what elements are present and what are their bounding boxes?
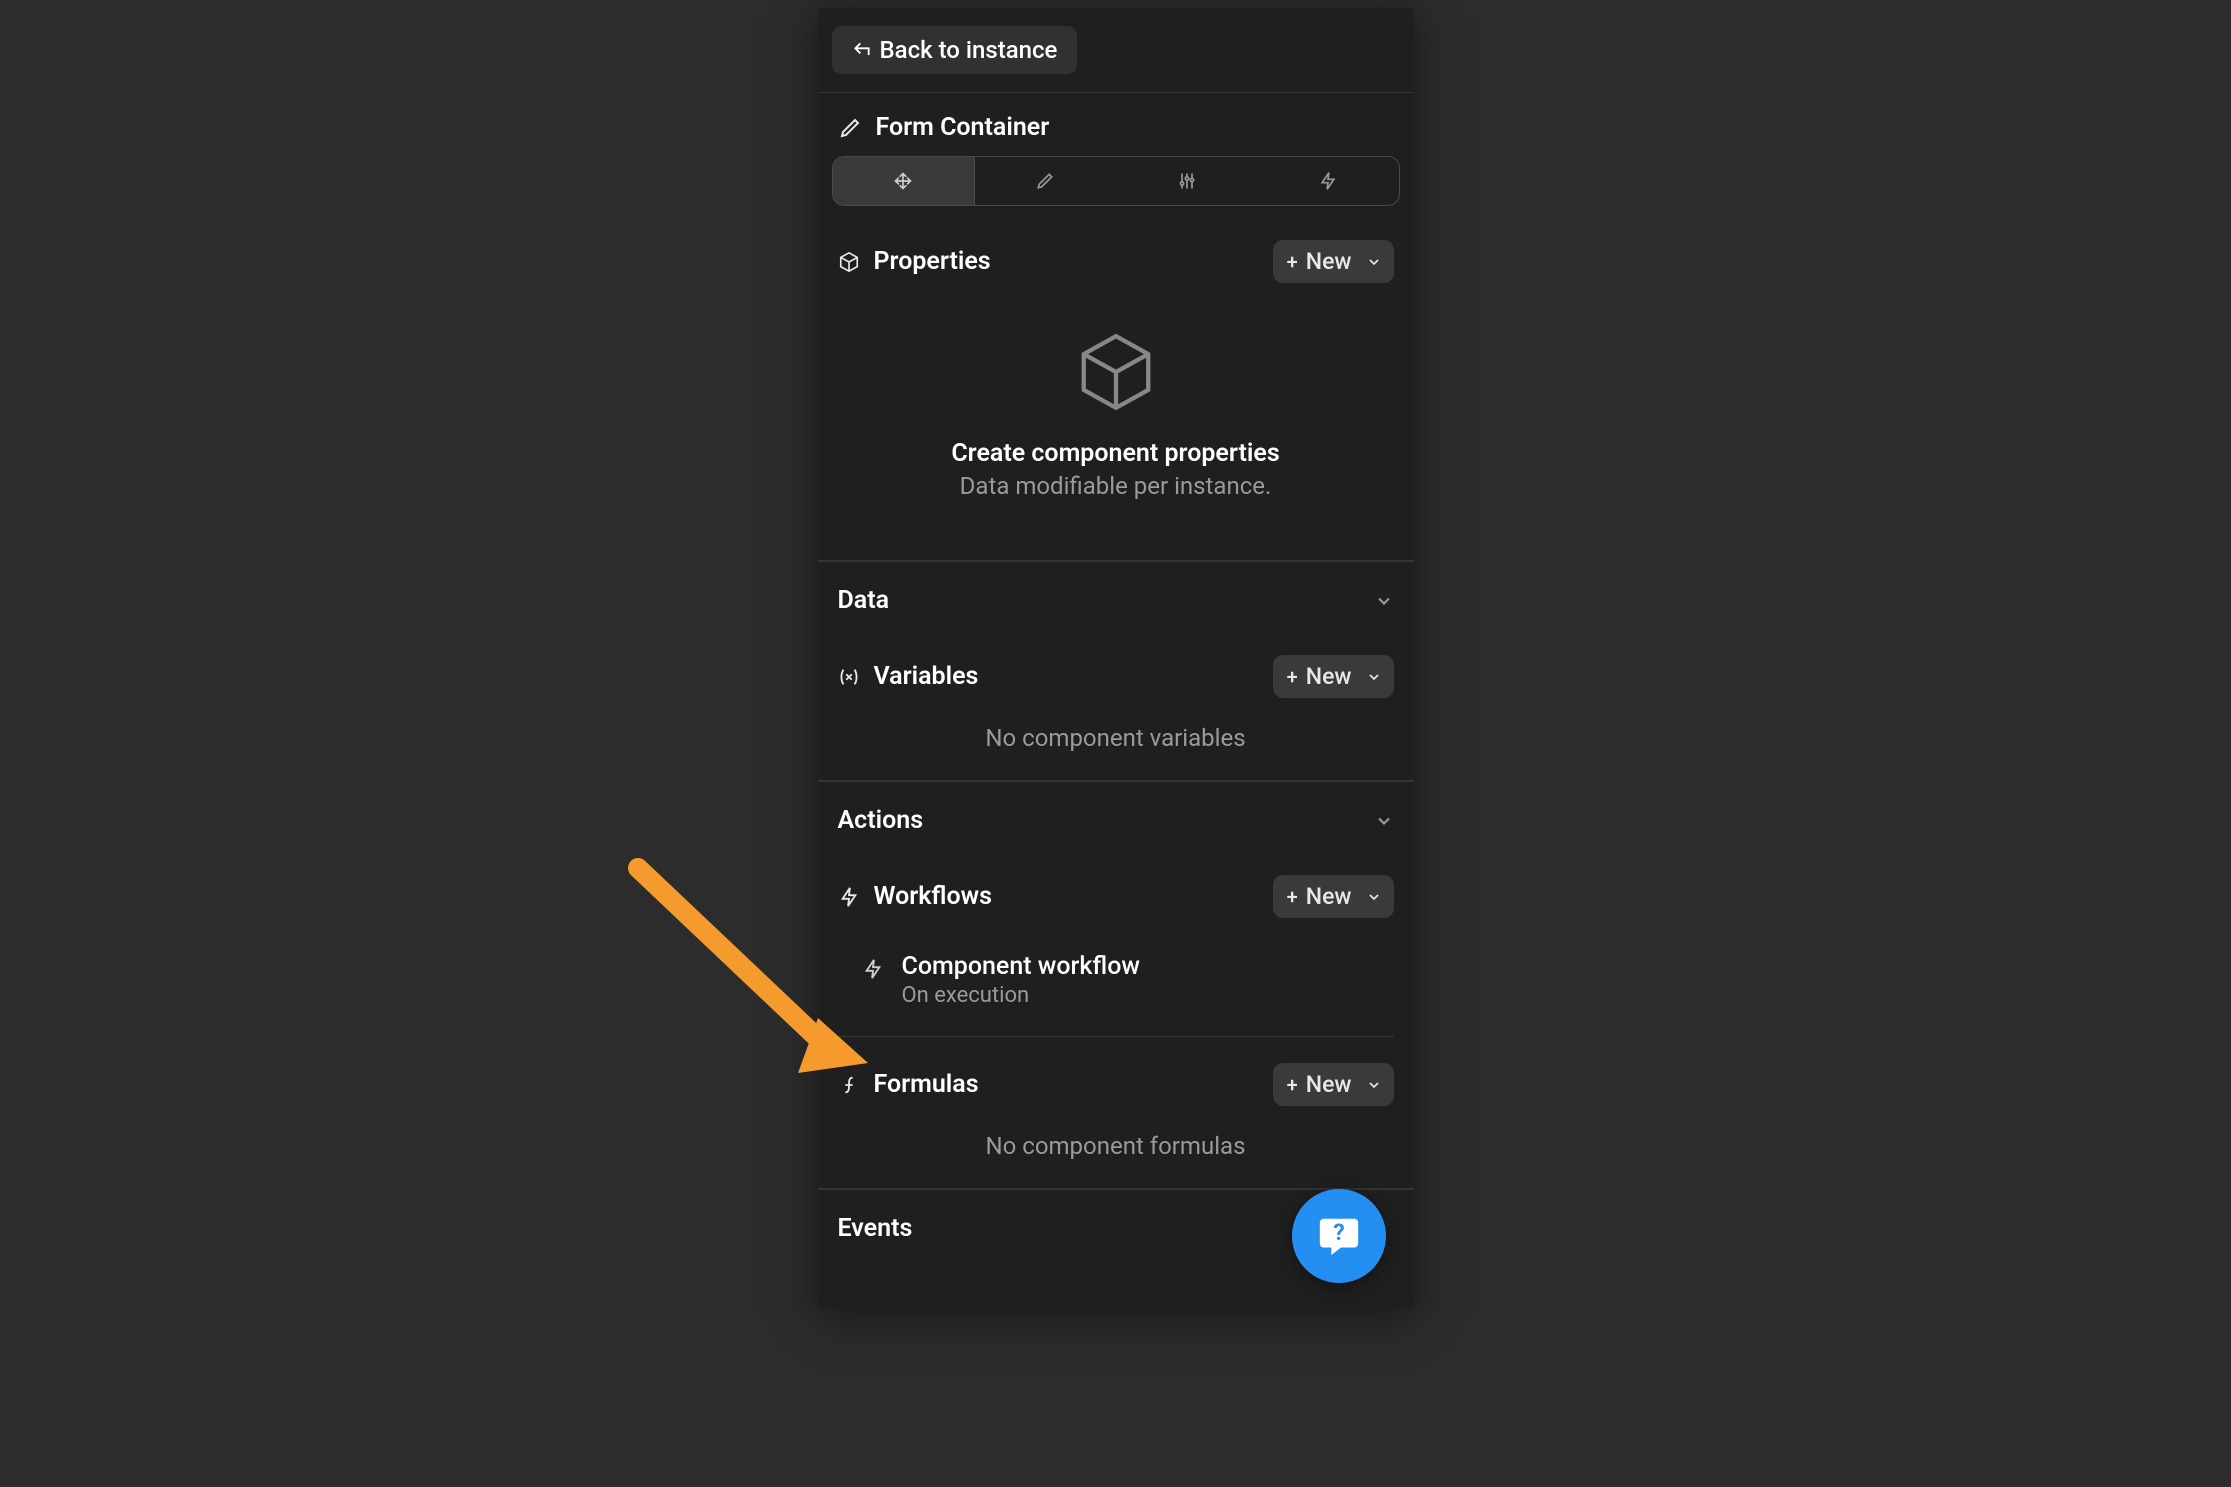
actions-title: Actions	[838, 806, 924, 835]
cube-icon	[838, 251, 860, 273]
variable-icon	[838, 666, 860, 688]
tab-settings[interactable]	[1116, 157, 1257, 205]
data-section-header[interactable]: Data	[818, 562, 1414, 639]
formulas-empty: No component formulas	[818, 1122, 1414, 1188]
pencil-icon	[1035, 171, 1055, 191]
plus-icon: +	[1287, 885, 1298, 909]
bolt-icon	[1318, 171, 1338, 191]
variables-new-button[interactable]: + New	[1273, 655, 1394, 698]
formulas-new-button[interactable]: + New	[1273, 1063, 1394, 1106]
help-chat-icon: ?	[1316, 1213, 1362, 1259]
chevron-down-icon	[1366, 889, 1382, 905]
workflows-new-button[interactable]: + New	[1273, 875, 1394, 918]
help-button[interactable]: ?	[1292, 1189, 1386, 1283]
properties-empty-state: Create component properties Data modifia…	[818, 299, 1414, 560]
component-header: Form Container	[818, 93, 1414, 156]
bolt-icon	[838, 886, 860, 908]
properties-empty-sub: Data modifiable per instance.	[838, 472, 1394, 500]
back-to-instance-button[interactable]: Back to instance	[832, 26, 1078, 74]
plus-icon: +	[1287, 665, 1298, 689]
properties-new-button[interactable]: + New	[1273, 240, 1394, 283]
variables-title: Variables	[874, 662, 979, 691]
move-icon	[893, 171, 913, 191]
chevron-down-icon	[1374, 811, 1394, 831]
variables-new-label: New	[1306, 663, 1352, 690]
tab-edit[interactable]	[975, 157, 1116, 205]
workflow-item-title: Component workflow	[902, 952, 1140, 981]
pencil-icon	[838, 116, 862, 140]
chevron-down-icon	[1374, 591, 1394, 611]
properties-title: Properties	[874, 247, 991, 276]
function-icon	[838, 1074, 860, 1096]
data-title: Data	[838, 586, 890, 615]
properties-header: Properties + New	[818, 224, 1414, 299]
events-title: Events	[838, 1214, 913, 1243]
chevron-down-icon	[1366, 1077, 1382, 1093]
svg-text:?: ?	[1333, 1219, 1344, 1246]
properties-new-label: New	[1306, 248, 1352, 275]
plus-icon: +	[1287, 1073, 1298, 1097]
chevron-down-icon	[1366, 669, 1382, 685]
tab-move[interactable]	[833, 157, 975, 205]
tab-actions[interactable]	[1257, 157, 1398, 205]
formulas-new-label: New	[1306, 1071, 1352, 1098]
tab-bar	[832, 156, 1400, 206]
variables-empty: No component variables	[818, 714, 1414, 780]
workflows-header: Workflows + New	[818, 859, 1414, 934]
bolt-icon	[862, 958, 884, 980]
variables-header: Variables + New	[818, 639, 1414, 714]
plus-icon: +	[1287, 250, 1298, 274]
component-panel: Back to instance Form Container Properti…	[818, 8, 1414, 1307]
actions-section-header[interactable]: Actions	[818, 782, 1414, 859]
formulas-header: Formulas + New	[818, 1037, 1414, 1122]
sliders-icon	[1177, 171, 1197, 191]
workflow-item[interactable]: Component workflow On execution	[838, 934, 1394, 1037]
formulas-title: Formulas	[874, 1070, 979, 1099]
cube-large-icon	[1073, 329, 1159, 415]
back-label: Back to instance	[880, 36, 1058, 64]
chevron-down-icon	[1366, 254, 1382, 270]
component-name: Form Container	[876, 113, 1050, 142]
workflow-item-sub: On execution	[902, 983, 1140, 1008]
back-arrow-icon	[852, 40, 872, 60]
workflows-title: Workflows	[874, 882, 992, 911]
properties-empty-title: Create component properties	[838, 439, 1394, 468]
workflows-new-label: New	[1306, 883, 1352, 910]
